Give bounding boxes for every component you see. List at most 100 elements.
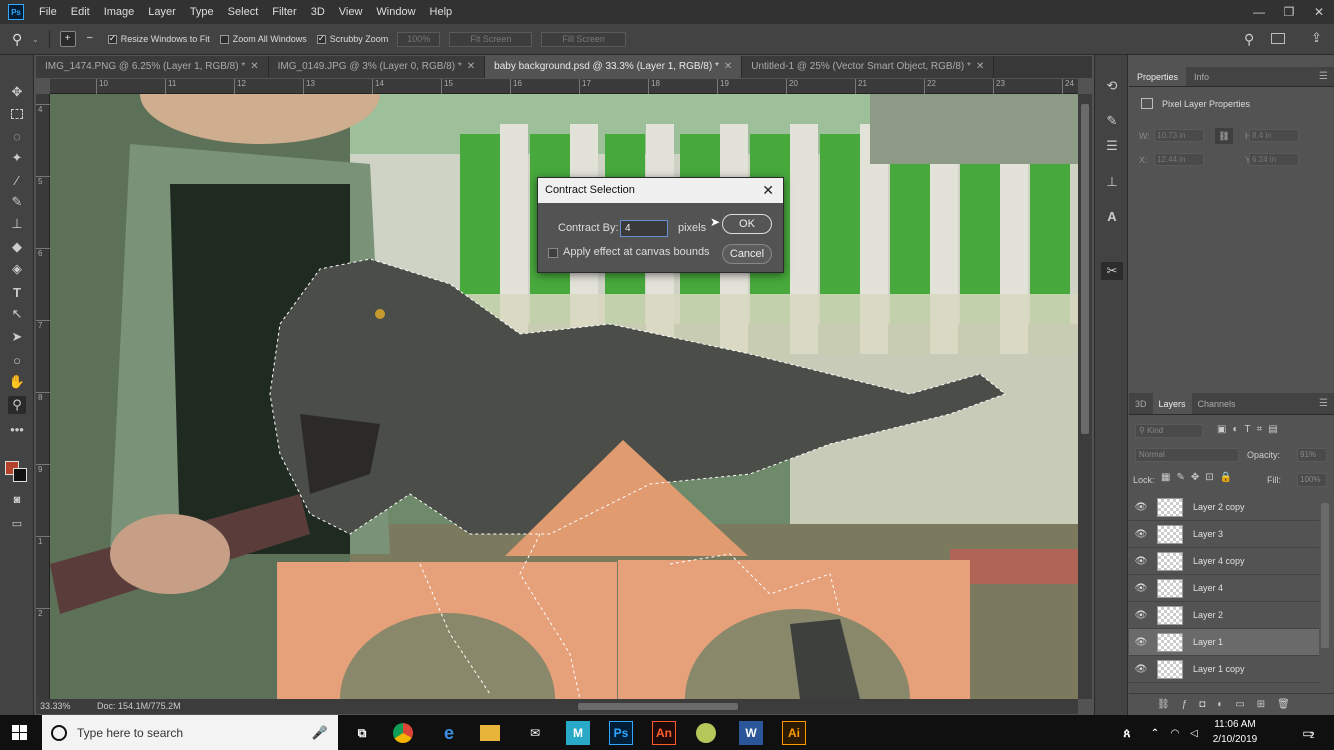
brush-settings-icon[interactable]: ✎ xyxy=(1103,112,1121,130)
background-color-swatch[interactable] xyxy=(13,468,27,482)
menu-3d[interactable]: 3D xyxy=(304,0,332,24)
type-tool-icon[interactable]: T xyxy=(8,283,26,301)
clone-source-icon[interactable]: ⊥ xyxy=(1103,173,1121,191)
menu-window[interactable]: Window xyxy=(369,0,422,24)
eye-icon[interactable]: 👁 xyxy=(1129,583,1153,594)
menu-image[interactable]: Image xyxy=(97,0,142,24)
eye-icon[interactable]: 👁 xyxy=(1129,610,1153,621)
layer-row[interactable]: 👁 Layer 2 xyxy=(1129,602,1319,629)
zoom-tool-icon[interactable]: ⚲ xyxy=(8,396,26,414)
lock-icons[interactable]: ▦✎✥⊡🔒 xyxy=(1161,472,1238,483)
filter-icons[interactable]: ▣◐T⌗▤ xyxy=(1217,424,1284,435)
task-view-icon[interactable]: ⧉ xyxy=(350,721,374,745)
zoom-all-windows-checkbox[interactable]: Zoom All Windows xyxy=(219,34,307,44)
ok-button[interactable]: OK xyxy=(722,214,772,234)
menu-select[interactable]: Select xyxy=(221,0,266,24)
layer-row[interactable]: 👁 Layer 1 copy xyxy=(1129,656,1319,683)
menu-help[interactable]: Help xyxy=(423,0,460,24)
height-field[interactable]: 8.4 in xyxy=(1249,129,1299,142)
chrome-icon[interactable] xyxy=(393,723,413,743)
hand-tool-icon[interactable]: ✋ xyxy=(8,373,26,391)
mail-icon[interactable]: ✉ xyxy=(523,721,547,745)
tab-properties[interactable]: Properties xyxy=(1129,67,1187,86)
pen-tool-icon[interactable]: ↖ xyxy=(8,305,26,323)
eye-icon[interactable]: 👁 xyxy=(1129,502,1153,513)
fill-input[interactable]: 100% xyxy=(1297,473,1327,487)
layer-actions[interactable]: ⛓ƒ◘◐▭⊞🗑 xyxy=(1129,693,1334,715)
zoom-out-icon[interactable]: − xyxy=(82,31,98,47)
microphone-icon[interactable]: 🎤 xyxy=(312,725,328,741)
media-app-icon[interactable] xyxy=(696,723,716,743)
eyedropper-icon[interactable]: ⁄ xyxy=(8,171,26,189)
layer-row[interactable]: 👁 Layer 3 xyxy=(1129,521,1319,548)
close-tab-icon[interactable]: ✕ xyxy=(250,61,258,72)
blend-mode-select[interactable]: Normal xyxy=(1135,448,1239,462)
vertical-scroll-thumb[interactable] xyxy=(1081,104,1089,434)
menu-type[interactable]: Type xyxy=(183,0,221,24)
document-tab-2[interactable]: IMG_0149.JPG @ 3% (Layer 0, RGB/8) * ✕ xyxy=(268,56,486,78)
horizontal-scroll-thumb[interactable] xyxy=(578,703,738,710)
notification-icon[interactable]: ▭ xyxy=(1296,721,1320,745)
workspace-icon[interactable] xyxy=(1271,33,1285,44)
taskbar-photoshop-icon[interactable]: Ps xyxy=(609,721,633,745)
fill-screen-button[interactable]: Fill Screen xyxy=(541,31,626,47)
stamp-icon[interactable]: ⊥ xyxy=(8,215,26,233)
document-tab-1[interactable]: IMG_1474.PNG @ 6.25% (Layer 1, RGB/8) * ✕ xyxy=(36,56,269,78)
close-tab-icon[interactable]: ✕ xyxy=(467,61,475,72)
tab-3d[interactable]: 3D xyxy=(1129,393,1153,414)
close-icon[interactable]: ✕ xyxy=(762,178,774,203)
close-button[interactable]: ✕ xyxy=(1304,0,1334,24)
path-select-icon[interactable]: ➤ xyxy=(8,328,26,346)
zoom-in-icon[interactable]: + xyxy=(59,31,76,47)
taskbar-animate-icon[interactable]: An xyxy=(652,721,676,745)
eye-icon[interactable]: 👁 xyxy=(1129,637,1153,648)
menu-layer[interactable]: Layer xyxy=(141,0,183,24)
marquee-tool-icon[interactable] xyxy=(8,105,26,123)
adjustments-icon[interactable]: ☰ xyxy=(1103,137,1121,155)
layer-row[interactable]: 👁 Layer 4 copy xyxy=(1129,548,1319,575)
taskbar-search[interactable]: Type here to search 🎤 xyxy=(42,715,338,750)
kind-filter[interactable]: ⚲ Kind xyxy=(1135,424,1203,438)
link-icon[interactable]: ⛓ xyxy=(1215,128,1233,144)
clock[interactable]: 11:06 AM 2/10/2019 xyxy=(1200,717,1270,747)
zoom-100-button[interactable]: 100% xyxy=(397,31,441,47)
restore-button[interactable]: ❐ xyxy=(1274,0,1304,24)
file-explorer-icon[interactable] xyxy=(480,725,500,741)
eraser-icon[interactable]: ◆ xyxy=(8,238,26,256)
resize-windows-checkbox[interactable]: Resize Windows to Fit xyxy=(107,33,210,44)
edge-icon[interactable]: e xyxy=(437,721,461,745)
app-m-icon[interactable]: M xyxy=(566,721,590,745)
history-icon[interactable]: ⟲ xyxy=(1103,77,1121,95)
move-tool-icon[interactable]: ✥ xyxy=(8,83,26,101)
lasso-tool-icon[interactable]: ◌ xyxy=(8,127,26,145)
bucket-icon[interactable]: ◈ xyxy=(8,260,26,278)
shape-tool-icon[interactable]: ○ xyxy=(8,351,26,369)
people-icon[interactable]: ጰ xyxy=(1115,721,1139,745)
width-field[interactable]: 10.73 in xyxy=(1154,129,1204,142)
taskbar-illustrator-icon[interactable]: Ai xyxy=(782,721,806,745)
eye-icon[interactable]: 👁 xyxy=(1129,556,1153,567)
scrubby-zoom-checkbox[interactable]: Scrubby Zoom xyxy=(316,33,388,44)
chevron-down-icon[interactable]: ⌄ xyxy=(32,35,39,44)
close-tab-icon[interactable]: ✕ xyxy=(976,61,984,72)
tab-channels[interactable]: Channels xyxy=(1192,393,1242,414)
layer-row[interactable]: 👁 Layer 1 xyxy=(1129,629,1319,656)
zoom-tool-icon[interactable]: ⚲ xyxy=(12,31,32,48)
word-icon[interactable]: W xyxy=(739,721,763,745)
menu-file[interactable]: File xyxy=(32,0,64,24)
document-tab-3[interactable]: baby background.psd @ 33.3% (Layer 1, RG… xyxy=(485,56,743,78)
eye-icon[interactable]: 👁 xyxy=(1129,664,1153,675)
magic-wand-icon[interactable]: ✦ xyxy=(8,149,26,167)
tools-preset-icon[interactable]: ✂ xyxy=(1101,262,1123,280)
menu-filter[interactable]: Filter xyxy=(265,0,303,24)
windows-start-icon[interactable] xyxy=(12,725,27,740)
minimize-button[interactable]: — xyxy=(1244,0,1274,24)
fit-screen-button[interactable]: Fit Screen xyxy=(449,31,533,47)
layers-menu-icon[interactable]: ☰ xyxy=(1319,393,1328,414)
share-icon[interactable]: ⇪ xyxy=(1311,30,1322,46)
tab-info[interactable]: Info xyxy=(1186,67,1217,86)
eye-icon[interactable]: 👁 xyxy=(1129,529,1153,540)
close-tab-icon[interactable]: ✕ xyxy=(724,61,732,72)
panel-menu-icon[interactable]: ☰ xyxy=(1319,67,1328,86)
y-field[interactable]: 6.24 in xyxy=(1249,153,1299,166)
